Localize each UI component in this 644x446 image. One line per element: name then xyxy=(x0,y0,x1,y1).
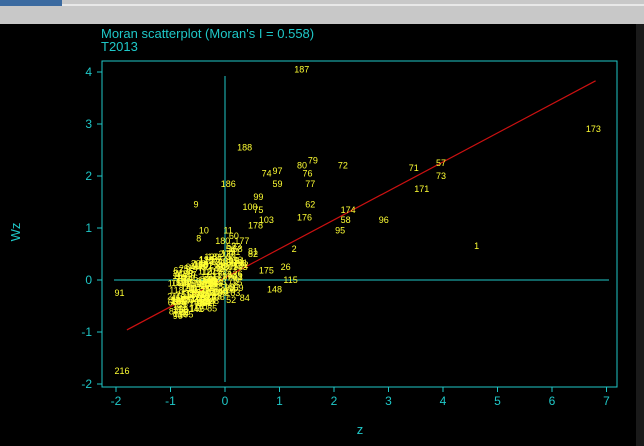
point-label: 1 xyxy=(474,241,479,251)
point-label: 85 xyxy=(207,304,217,314)
point-label: 203 xyxy=(228,272,243,282)
point-label: 187 xyxy=(294,64,309,74)
y-tick-label: -1 xyxy=(81,325,92,339)
x-tick-label: 3 xyxy=(385,394,392,408)
point-label: 95 xyxy=(335,226,345,236)
x-tick-label: 4 xyxy=(440,394,447,408)
app-window: 12 13 14 15 16 17 18 19 20 21 22 23 24 25 27 28 29 30 31 32… xyxy=(0,0,644,446)
y-axis-title: Wz xyxy=(8,223,23,242)
y-tick-label: 1 xyxy=(85,221,92,235)
point-label: 77 xyxy=(305,179,315,189)
chart-subtitle: T2013 xyxy=(101,39,138,54)
point-label: 91 xyxy=(114,288,124,298)
point-label: 148 xyxy=(267,284,282,294)
point-label: 79 xyxy=(308,155,318,165)
point-label: 198 xyxy=(173,305,188,315)
active-tab-indicator xyxy=(0,0,62,6)
axes-layer: -2 -1 0 1 2 3 4 5 6 7 -2 -1 0 1 2 3 4 xyxy=(81,60,618,408)
point-label: 26 xyxy=(281,262,291,272)
x-tick-label: 1 xyxy=(276,394,283,408)
x-tick-label: 7 xyxy=(603,394,610,408)
point-label: 76 xyxy=(302,168,312,178)
moran-scatterplot: 1213141516171819 202122232425272829303132… xyxy=(8,26,618,437)
point-label: 82 xyxy=(248,249,258,259)
point-label: 171 xyxy=(414,184,429,194)
y-tick-label: 3 xyxy=(85,117,92,131)
point-label: 63 xyxy=(226,241,236,251)
point-label: 62 xyxy=(305,200,315,210)
point-label: 75 xyxy=(253,205,263,215)
point-label: 211 xyxy=(184,283,198,293)
point-label: 72 xyxy=(338,161,348,171)
top-bar-divider xyxy=(62,4,644,6)
point-label: 2 xyxy=(292,244,297,254)
x-axis-title: z xyxy=(357,422,364,437)
point-label: 71 xyxy=(409,163,419,173)
scrollbar-edge xyxy=(636,24,644,446)
x-tick-label: 6 xyxy=(549,394,556,408)
point-label: 96 xyxy=(379,215,389,225)
point-label: 186 xyxy=(221,179,236,189)
x-tick-label: -1 xyxy=(165,394,176,408)
point-label: 176 xyxy=(297,213,312,223)
point-label: 99 xyxy=(253,192,263,202)
point-label: 178 xyxy=(248,220,263,230)
plot-area xyxy=(114,76,609,382)
point-label: 74 xyxy=(262,168,272,178)
point-label: 97 xyxy=(273,166,283,176)
point-label: 57 xyxy=(436,158,446,168)
point-label: 115 xyxy=(283,275,297,285)
point-label: 59 xyxy=(273,179,283,189)
plot-panel: 12 13 14 15 16 17 18 19 20 21 22 23 24 25 27 28 29 30 31 32… xyxy=(0,24,636,446)
point-label: 177 xyxy=(234,236,249,246)
x-tick-label: 0 xyxy=(222,394,229,408)
point-label: 215 xyxy=(167,292,182,302)
point-label: 3 xyxy=(226,252,231,262)
point-label: 188 xyxy=(237,142,252,152)
point-label: 175 xyxy=(259,266,274,276)
y-tick-label: 4 xyxy=(85,65,92,79)
point-label: 58 xyxy=(341,215,351,225)
point-label: 84 xyxy=(240,293,250,303)
point-label: 213 xyxy=(207,266,222,276)
point-label: 174 xyxy=(341,205,356,215)
point-label: 73 xyxy=(436,171,446,181)
point-label: 206 xyxy=(191,259,206,269)
y-tick-label: 2 xyxy=(85,169,92,183)
x-tick-label: 2 xyxy=(331,394,338,408)
point-label: 216 xyxy=(114,366,129,376)
x-tick-label: 5 xyxy=(494,394,501,408)
point-label: 52 xyxy=(226,295,236,305)
point-label: 207 xyxy=(223,262,238,272)
window-top-bar xyxy=(0,0,644,24)
y-tick-label: -2 xyxy=(81,377,92,391)
y-tick-label: 0 xyxy=(85,273,92,287)
point-label: 9 xyxy=(193,200,198,210)
x-tick-label: -2 xyxy=(111,394,122,408)
point-layer: 1213141516171819 202122232425272829303132… xyxy=(114,64,600,376)
point-label: 204 xyxy=(184,296,199,306)
point-label: 173 xyxy=(586,124,601,134)
point-label: 8 xyxy=(196,233,201,243)
